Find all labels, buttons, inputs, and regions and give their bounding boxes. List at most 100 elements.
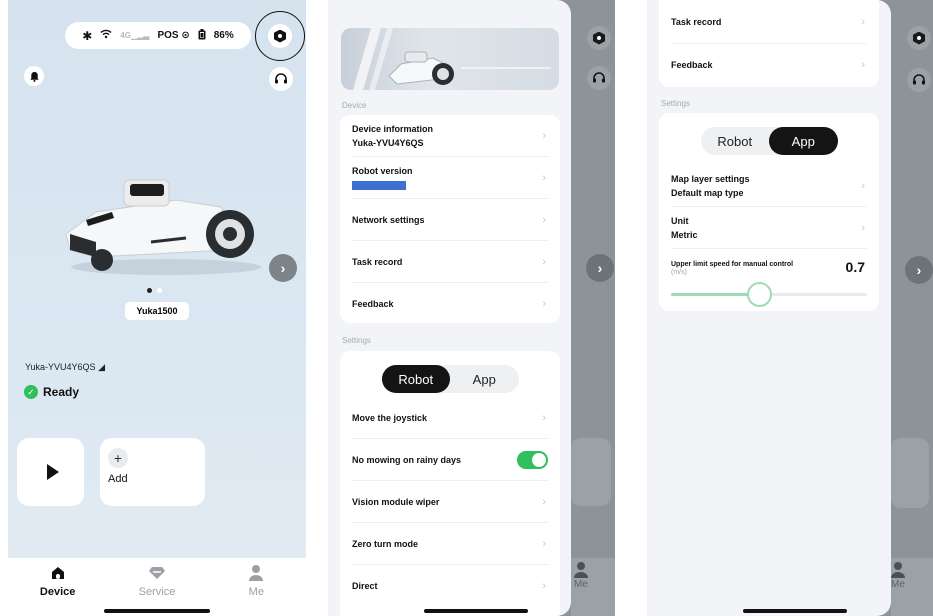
bell-icon <box>29 71 39 82</box>
settings-drawer-screen-app: › Me Task record › Feedback › Settings R… <box>647 0 933 616</box>
dropdown-triangle-icon: ◢ <box>98 362 105 372</box>
vision-wiper-label: Vision module wiper <box>352 496 440 507</box>
chevron-right-icon: › <box>916 262 922 278</box>
device-settings-group: Device information Yuka-YVU4Y6QS › Robot… <box>340 115 560 323</box>
direct-row[interactable]: Direct › <box>352 565 548 607</box>
carousel-dot <box>157 288 162 293</box>
dimmed-add-card <box>571 438 611 506</box>
settings-drawer: Device Device information Yuka-YVU4Y6QS … <box>328 0 571 616</box>
speed-slider-handle[interactable] <box>747 282 773 307</box>
robot-banner-image <box>341 28 559 90</box>
battery-icon <box>198 28 206 43</box>
customer-support-button-dimmed[interactable] <box>587 66 611 90</box>
next-device-button[interactable]: › <box>269 254 297 282</box>
device-settings-group: Task record › Feedback › <box>659 0 879 87</box>
segment-app[interactable]: App <box>450 365 519 393</box>
check-circle-icon: ✓ <box>24 385 38 399</box>
diamond-icon <box>148 564 166 582</box>
person-icon <box>574 562 588 578</box>
unit-row[interactable]: Unit Metric › <box>671 207 867 249</box>
feedback-row[interactable]: Feedback › <box>352 283 548 325</box>
chevron-right-icon: › <box>861 59 865 71</box>
unit-value: Metric <box>671 229 698 240</box>
device-information-row[interactable]: Device information Yuka-YVU4Y6QS › <box>352 115 548 157</box>
task-record-row[interactable]: Task record › <box>352 241 548 283</box>
signal-label: 4G <box>120 31 131 40</box>
tab-device-label: Device <box>39 586 76 598</box>
speed-limit-slider[interactable] <box>671 282 867 307</box>
person-icon <box>891 562 905 578</box>
network-settings-label: Network settings <box>352 214 425 225</box>
wifi-icon <box>100 29 112 42</box>
add-task-card[interactable]: + Add <box>100 438 205 506</box>
settings-button-dimmed[interactable] <box>587 26 611 50</box>
settings-hex-icon <box>593 31 605 45</box>
zero-turn-row[interactable]: Zero turn mode › <box>352 523 548 565</box>
chevron-right-icon: › <box>542 213 546 226</box>
chevron-right-icon: › <box>542 298 546 310</box>
chevron-right-icon: › <box>542 129 546 142</box>
robot-settings-group: Robot App Move the joystick › No mowing … <box>340 351 560 616</box>
robot-mower-image[interactable] <box>56 172 266 277</box>
direct-label: Direct <box>352 581 378 591</box>
map-layer-settings-row[interactable]: Map layer settings Default map type › <box>671 165 867 207</box>
next-device-button-dimmed[interactable]: › <box>905 256 933 284</box>
chevron-right-icon: › <box>542 495 546 508</box>
network-settings-row[interactable]: Network settings › <box>352 199 548 241</box>
rainy-days-row: No mowing on rainy days <box>352 439 548 481</box>
feedback-row[interactable]: Feedback › <box>671 44 867 86</box>
chevron-right-icon: › <box>861 179 865 192</box>
task-record-row[interactable]: Task record › <box>671 0 867 44</box>
robot-version-row[interactable]: Robot version › <box>352 157 548 199</box>
vision-wiper-row[interactable]: Vision module wiper › <box>352 481 548 523</box>
speed-limit-unit: (m/s) <box>671 269 687 276</box>
pos-status: POS ⊙ <box>157 30 189 41</box>
home-icon <box>50 564 66 582</box>
move-joystick-row[interactable]: Move the joystick › <box>352 397 548 439</box>
battery-percent: 86% <box>213 30 234 41</box>
settings-hex-icon <box>913 31 925 45</box>
customer-support-button[interactable] <box>269 67 293 91</box>
settings-hex-icon <box>274 29 286 43</box>
settings-section-label: Settings <box>661 99 690 108</box>
rainy-days-toggle[interactable] <box>517 450 548 469</box>
customer-support-button-dimmed[interactable] <box>907 68 931 92</box>
status-text: Ready <box>43 385 80 399</box>
tab-me-label: Me <box>248 586 264 598</box>
start-mowing-button[interactable] <box>17 438 84 506</box>
chevron-right-icon: › <box>542 171 546 184</box>
next-device-button-dimmed[interactable]: › <box>586 254 614 282</box>
device-home-screen: ✱ 4G▁▂▃ POS ⊙ 86% › Yuka1500 Yuka-YVU4Y6… <box>8 0 306 616</box>
settings-button[interactable] <box>268 24 292 48</box>
dimmed-add-card <box>891 438 929 508</box>
chevron-right-icon: › <box>280 260 286 276</box>
chevron-right-icon: › <box>542 411 546 424</box>
settings-button-dimmed[interactable] <box>907 26 931 50</box>
robot-version-label: Robot version <box>352 165 413 176</box>
chevron-right-icon: › <box>597 260 603 276</box>
headset-icon <box>593 71 605 82</box>
segment-robot[interactable]: Robot <box>701 127 770 155</box>
segment-app[interactable]: App <box>769 127 838 155</box>
chevron-right-icon: › <box>861 221 865 234</box>
tab-service-label: Service <box>138 586 176 598</box>
notification-button[interactable] <box>24 66 44 86</box>
home-indicator <box>104 609 210 613</box>
settings-drawer: Task record › Feedback › Settings Robot … <box>647 0 891 616</box>
feedback-label: Feedback <box>671 60 713 70</box>
speed-limit-value: 0.7 <box>845 259 865 275</box>
device-model-label: Yuka1500 <box>125 302 189 320</box>
tab-device[interactable]: Device <box>23 564 93 616</box>
headset-icon <box>913 73 925 84</box>
device-name-selector[interactable]: Yuka-YVU4Y6QS ◢ <box>25 362 105 373</box>
home-indicator <box>743 609 847 613</box>
mower-banner-illustration <box>353 28 551 90</box>
headset-icon <box>275 72 287 83</box>
tab-me[interactable]: Me <box>221 564 291 616</box>
chevron-right-icon: › <box>861 15 865 28</box>
map-layer-settings-value: Default map type <box>671 187 744 198</box>
feedback-label: Feedback <box>352 299 394 309</box>
zero-turn-label: Zero turn mode <box>352 538 419 549</box>
segment-robot[interactable]: Robot <box>381 365 450 393</box>
play-icon <box>46 464 59 480</box>
